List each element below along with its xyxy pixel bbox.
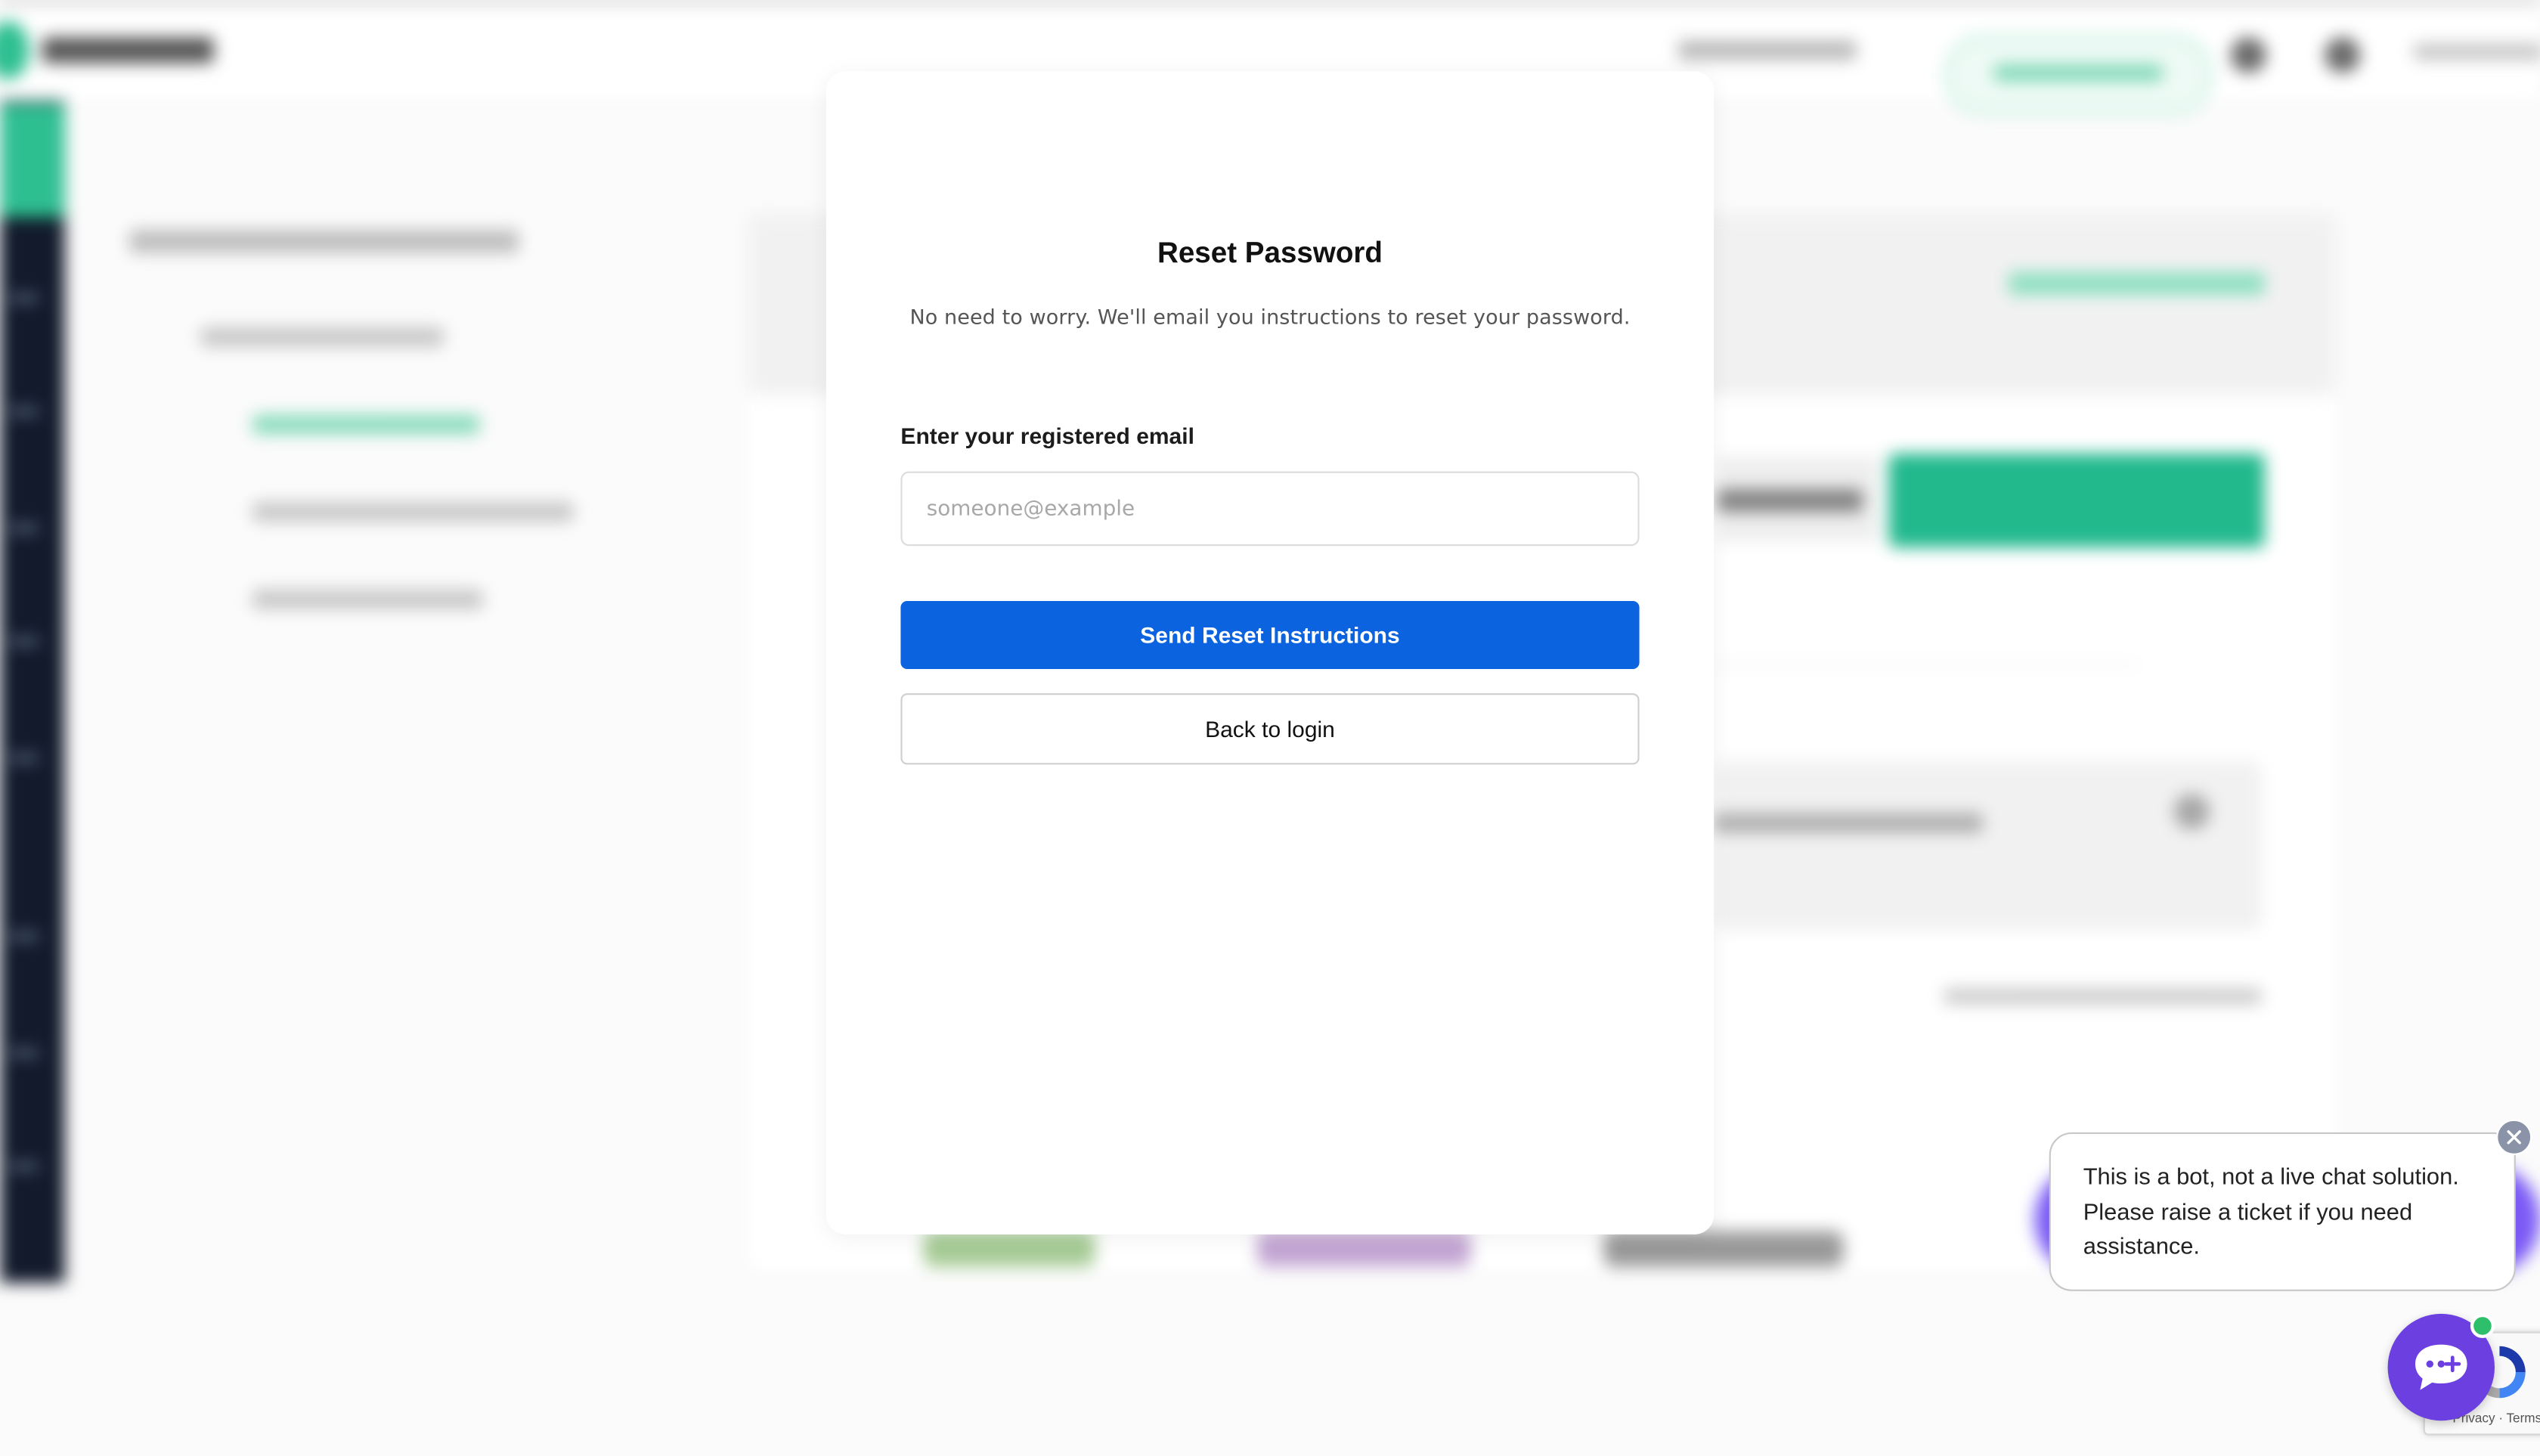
background-input xyxy=(1717,457,1879,541)
chatbot-online-indicator xyxy=(2470,1313,2495,1338)
background-card-link xyxy=(2009,272,2265,295)
chatbot-tooltip-close-button[interactable] xyxy=(2496,1119,2532,1155)
background-user-menu xyxy=(2413,43,2540,60)
close-icon xyxy=(2507,1130,2521,1145)
email-input[interactable] xyxy=(900,471,1640,547)
background-step xyxy=(252,502,574,522)
modal-title: Reset Password xyxy=(1157,236,1383,269)
background-brand-logo xyxy=(1603,1231,1844,1267)
background-logo-wordmark xyxy=(42,37,214,64)
background-help-icon xyxy=(2230,37,2266,73)
chatbot-tooltip-text: This is a bot, not a live chat solution.… xyxy=(2083,1164,2459,1261)
email-field-label: Enter your registered email xyxy=(900,423,1194,449)
background-step xyxy=(252,590,483,609)
background-green-button xyxy=(1888,454,2265,548)
reset-password-modal: Reset Password No need to worry. We'll e… xyxy=(826,71,1714,1235)
background-top-button xyxy=(1944,34,2213,116)
background-info-box xyxy=(1714,761,2262,930)
background-brand-logo xyxy=(923,1231,1095,1267)
background-top-link xyxy=(1678,40,1857,60)
background-sidebar-active-item xyxy=(0,104,65,218)
send-reset-instructions-button[interactable]: Send Reset Instructions xyxy=(900,601,1640,669)
chatbot-tooltip: This is a bot, not a live chat solution.… xyxy=(2049,1132,2516,1291)
modal-subtitle: No need to worry. We'll email you instru… xyxy=(909,304,1631,329)
page: Reset Password No need to worry. We'll e… xyxy=(0,0,2540,1456)
background-sidebar xyxy=(0,100,65,1284)
back-to-login-button[interactable]: Back to login xyxy=(900,693,1640,765)
background-divider xyxy=(1714,664,2139,666)
chat-bubble-icon xyxy=(2415,1344,2467,1390)
background-small-link xyxy=(1944,988,2262,1005)
background-step-active xyxy=(252,414,480,435)
background-step xyxy=(200,327,444,347)
background-logo-icon xyxy=(0,20,29,80)
background-notification-icon xyxy=(2325,37,2361,73)
background-brand-logo xyxy=(1256,1231,1471,1267)
background-steps-title xyxy=(129,230,519,253)
